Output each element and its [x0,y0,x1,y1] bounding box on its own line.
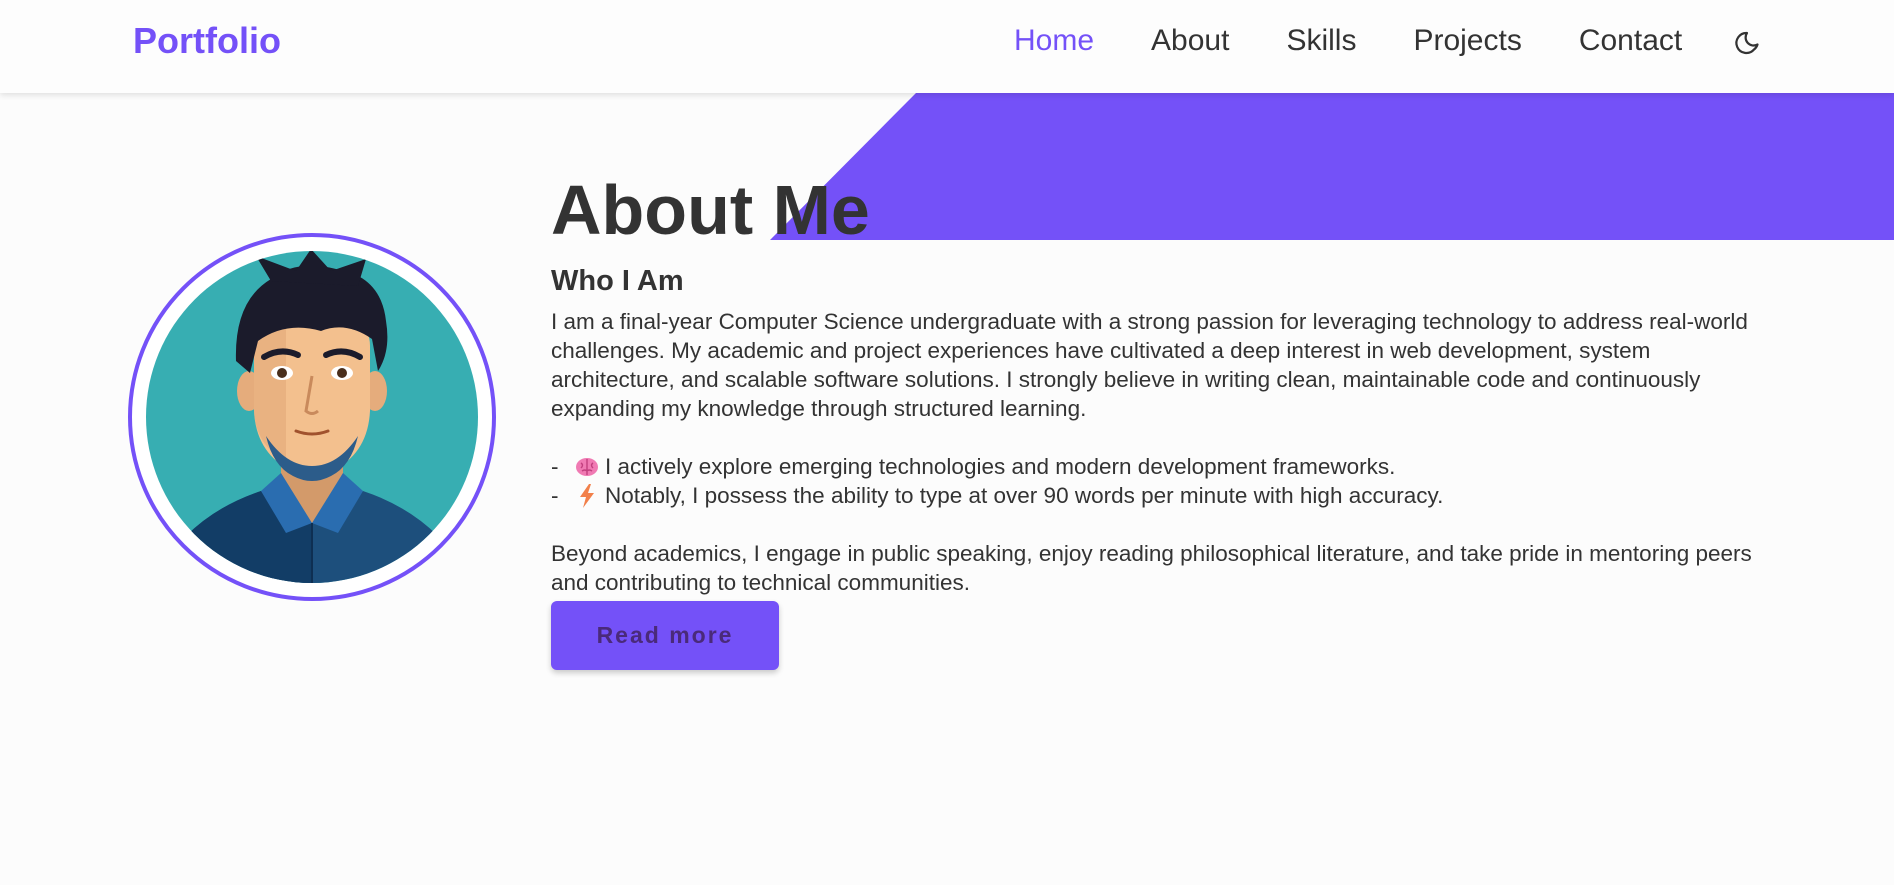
read-more-button[interactable]: Read more [551,601,779,670]
about-section: About Me Who I Am I am a final-year Comp… [551,165,1771,670]
highlights-list: - I actively explore emerging technologi… [551,452,1771,510]
moon-icon [1735,31,1759,55]
bullet-text: Notably, I possess the ability to type a… [605,483,1444,508]
nav-link-projects[interactable]: Projects [1413,24,1521,58]
lightning-icon [569,483,605,508]
brain-icon [569,456,605,478]
about-paragraph: I am a final-year Computer Science under… [551,309,1748,421]
list-item: - Notably, I possess the ability to type… [551,481,1771,510]
bullet-text: I actively explore emerging technologies… [605,454,1396,479]
nav-link-skills[interactable]: Skills [1286,24,1356,58]
theme-toggle-button[interactable] [1733,27,1765,59]
nav-link-contact[interactable]: Contact [1579,24,1682,58]
navbar: Portfolio Home About Skills Projects Con… [0,0,1894,93]
page-title: About Me [551,171,870,249]
about-paragraph-2: Beyond academics, I engage in public spe… [551,541,1752,595]
nav-links: Home About Skills Projects Contact [1014,24,1739,58]
brand-logo[interactable]: Portfolio [133,20,281,62]
nav-link-about[interactable]: About [1151,24,1229,58]
section-subtitle: Who I Am [551,265,684,297]
bullet-dash: - [551,483,559,508]
avatar [128,233,496,601]
list-item: - I actively explore emerging technologi… [551,452,1771,481]
avatar-illustration [146,251,478,583]
bullet-dash: - [551,454,559,479]
nav-link-home[interactable]: Home [1014,24,1094,58]
